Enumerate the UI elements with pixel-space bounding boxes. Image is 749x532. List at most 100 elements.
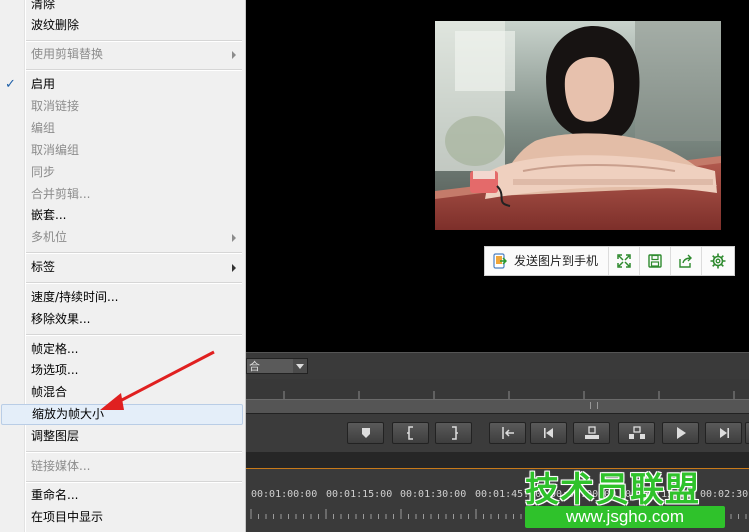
menu-item-label: 取消编组 [31, 143, 80, 157]
menu-item-label: 同步 [31, 165, 56, 179]
menu-item-label: 在项目中显示 [31, 510, 104, 524]
mark-in-icon [406, 426, 413, 440]
menu-item-reveal-in-project[interactable]: 在项目中显示 [0, 507, 244, 528]
menu-item-label: 波纹删除 [31, 18, 80, 32]
go-to-in-button[interactable] [489, 422, 526, 444]
share-button[interactable] [671, 247, 702, 275]
zoom-scrollbar[interactable] [246, 399, 749, 414]
timeline-header: 合 [246, 352, 749, 379]
play-icon [676, 427, 686, 439]
sequence-dropdown-value: 合 [249, 360, 260, 373]
menu-item-label: 使用剪辑替换 [31, 47, 104, 61]
transport-controls [246, 414, 749, 452]
time-ruler-top[interactable] [246, 379, 749, 399]
timecode-label: 00:01:15:00 [326, 489, 393, 500]
sequence-dropdown[interactable]: 合 [246, 358, 308, 374]
menu-item-clear[interactable]: 清除 [0, 0, 244, 15]
menu-item-label: 清除 [31, 0, 56, 11]
menu-item-label: 合并剪辑... [31, 187, 91, 201]
menu-separator [26, 451, 242, 453]
extract-icon [628, 426, 645, 439]
step-forward-icon [719, 428, 729, 438]
more-controls-button[interactable] [745, 422, 749, 444]
menu-item-label: 场选项... [31, 363, 79, 377]
mark-out-button[interactable] [435, 422, 472, 444]
menu-separator [26, 69, 242, 71]
menu-item-label: 速度/持续时间... [31, 290, 119, 304]
ruler-ticks-top [283, 391, 735, 399]
mark-in-button[interactable] [392, 422, 429, 444]
scroll-grip[interactable] [590, 402, 598, 409]
menu-item-rename[interactable]: 重命名... [0, 485, 244, 506]
extract-button[interactable] [618, 422, 655, 444]
menu-item-label: 链接媒体... [31, 459, 91, 473]
menu-item-scale-to-frame-size[interactable]: 缩放为帧大小 [1, 404, 243, 425]
menu-item-synchronize[interactable]: 同步 [0, 162, 244, 183]
submenu-arrow-icon [232, 51, 236, 59]
menu-item-adjustment-layer[interactable]: 调整图层 [0, 426, 244, 447]
save-icon [648, 254, 662, 268]
timecode-label: 00:01:00:00 [251, 489, 318, 500]
mark-out-icon [451, 426, 458, 440]
watermark-title: 技术员联盟 [525, 470, 700, 510]
step-back-button[interactable] [530, 422, 567, 444]
send-to-phone-button[interactable]: 发送图片到手机 [485, 247, 609, 275]
add-marker-button[interactable] [347, 422, 384, 444]
menu-item-remove-effects[interactable]: 移除效果... [0, 309, 244, 330]
menu-separator [26, 481, 242, 483]
menu-item-nest[interactable]: 嵌套... [0, 205, 244, 226]
menu-item-enable[interactable]: ✓ 启用 [0, 74, 244, 95]
menu-item-label: 调整图层 [31, 429, 80, 443]
fullscreen-icon [617, 254, 631, 268]
lift-button[interactable] [573, 422, 610, 444]
preview-image [435, 21, 721, 230]
menu-separator [26, 252, 242, 254]
step-back-icon [543, 428, 553, 438]
menu-item-label: 帧定格... [31, 342, 79, 356]
menu-item-speed-duration[interactable]: 速度/持续时间... [0, 287, 244, 308]
menu-item-label: 标签 [31, 260, 56, 274]
menu-item-replace-with-clip[interactable]: 使用剪辑替换 [0, 44, 244, 65]
menu-separator [26, 40, 242, 42]
timecode-label: 00:01:30:00 [400, 489, 467, 500]
context-menu: 清除 波纹删除 使用剪辑替换 ✓ 启用 取消链接 编组 取消编组 同步 合并剪辑.… [0, 0, 246, 532]
image-toolbar: 发送图片到手机 [484, 246, 735, 276]
go-to-in-icon [501, 427, 514, 439]
marker-icon [361, 428, 370, 438]
settings-icon [710, 253, 726, 269]
menu-item-unlink[interactable]: 取消链接 [0, 96, 244, 117]
menu-item-ripple-delete[interactable]: 波纹删除 [0, 15, 244, 36]
menu-item-multi-camera[interactable]: 多机位 [0, 227, 244, 248]
chevron-down-icon [293, 359, 307, 373]
save-button[interactable] [640, 247, 671, 275]
menu-item-group[interactable]: 编组 [0, 118, 244, 139]
submenu-arrow-icon [232, 234, 236, 242]
menu-item-ungroup[interactable]: 取消编组 [0, 140, 244, 161]
menu-separator [26, 282, 242, 284]
menu-item-link-media[interactable]: 链接媒体... [0, 456, 244, 477]
submenu-arrow-icon [232, 264, 236, 272]
menu-item-label: 编组 [31, 121, 56, 135]
menu-item-label: 取消链接 [31, 99, 80, 113]
send-to-phone-label: 发送图片到手机 [514, 254, 599, 268]
menu-item-label: 重命名... [31, 488, 79, 502]
menu-item-merge-clips[interactable]: 合并剪辑... [0, 184, 244, 205]
settings-button[interactable] [702, 247, 733, 275]
menu-item-field-options[interactable]: 场选项... [0, 360, 244, 381]
menu-separator [26, 334, 242, 336]
share-icon [679, 254, 692, 268]
lift-icon [584, 426, 599, 439]
menu-item-label: 移除效果... [31, 312, 91, 326]
play-button[interactable] [662, 422, 699, 444]
phone-send-icon [493, 253, 507, 269]
watermark: 技术员联盟 www.jsgho.com [515, 462, 749, 532]
menu-item-label: 嵌套... [31, 208, 67, 222]
menu-item-frame-blend[interactable]: 帧混合 [0, 382, 244, 403]
watermark-url: www.jsgho.com [525, 506, 725, 528]
fullscreen-button[interactable] [609, 247, 640, 275]
menu-item-frame-hold[interactable]: 帧定格... [0, 339, 244, 360]
menu-item-label: 启用 [31, 77, 56, 91]
menu-item-label: 缩放为帧大小 [32, 407, 105, 421]
menu-item-label-submenu[interactable]: 标签 [0, 257, 244, 278]
step-forward-button[interactable] [705, 422, 742, 444]
